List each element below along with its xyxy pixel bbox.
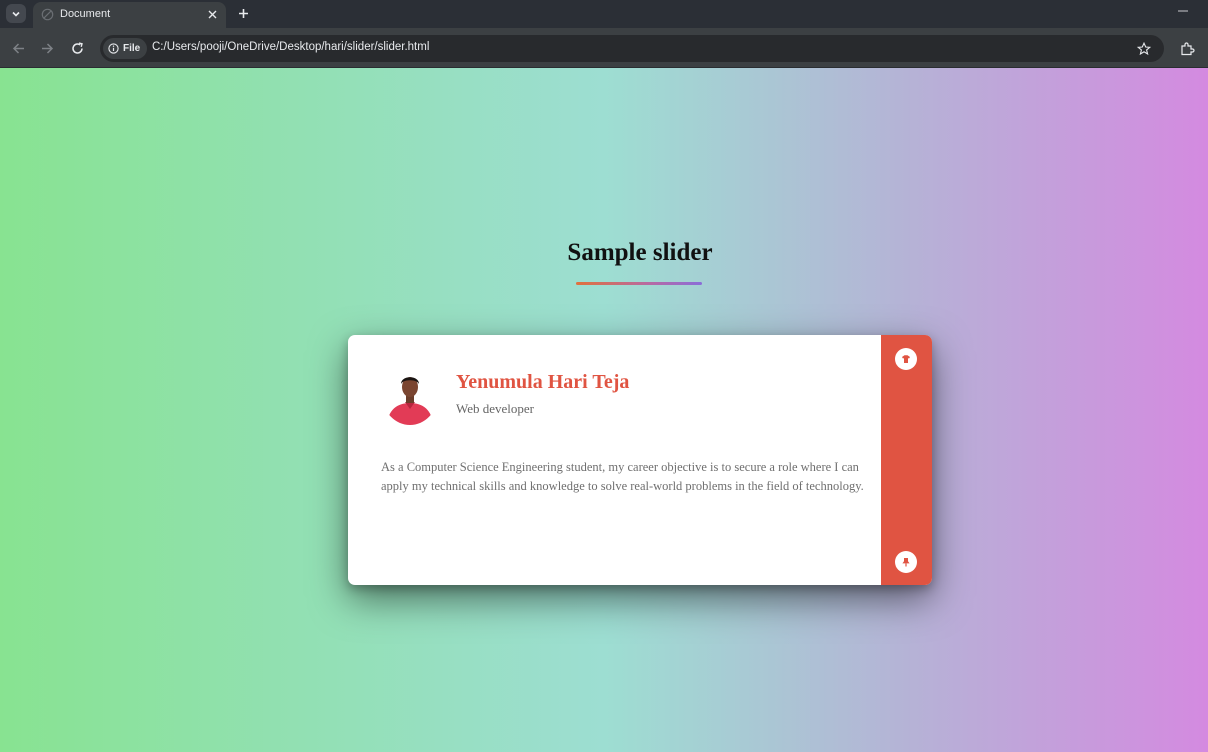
address-bar[interactable]: File C:/Users/pooji/OneDrive/Desktop/har… bbox=[100, 35, 1164, 62]
globe-icon bbox=[41, 8, 54, 21]
minimize-icon bbox=[1178, 10, 1188, 12]
reload-button[interactable] bbox=[67, 38, 87, 58]
new-tab-button[interactable] bbox=[234, 4, 252, 22]
title-underline bbox=[576, 282, 702, 285]
person-role: Web developer bbox=[456, 401, 534, 416]
back-button[interactable] bbox=[8, 38, 28, 58]
reload-icon bbox=[71, 41, 83, 54]
pin-icon bbox=[902, 558, 910, 567]
extensions-icon bbox=[1180, 41, 1195, 55]
page-title: Sample slider bbox=[567, 239, 713, 266]
person-name: Yenumula Hari Teja bbox=[456, 371, 630, 393]
close-icon bbox=[208, 10, 217, 19]
chevron-down-icon bbox=[12, 11, 20, 17]
forward-button[interactable] bbox=[37, 38, 57, 58]
info-icon bbox=[108, 43, 119, 54]
page-body: Sample slider Yenumula Hari Teja Web dev… bbox=[0, 68, 1208, 752]
tab-close-button[interactable] bbox=[205, 7, 220, 22]
profile-card: Yenumula Hari Teja Web developer As a Co… bbox=[348, 335, 932, 585]
avatar bbox=[383, 369, 437, 425]
tab-title: Document bbox=[60, 8, 111, 20]
browser-toolbar: File C:/Users/pooji/OneDrive/Desktop/har… bbox=[0, 28, 1208, 68]
shirt-icon bbox=[902, 355, 910, 363]
slider-control-panel bbox=[881, 335, 932, 585]
person-bio: As a Computer Science Engineering studen… bbox=[381, 460, 864, 493]
tab-strip: Document bbox=[0, 0, 1208, 28]
plus-icon bbox=[238, 8, 248, 18]
bookmark-button[interactable] bbox=[1135, 40, 1152, 57]
slide-next-button[interactable] bbox=[895, 551, 917, 573]
url-text[interactable]: C:/Users/pooji/OneDrive/Desktop/hari/sli… bbox=[152, 41, 429, 53]
forward-icon bbox=[41, 42, 53, 54]
site-chip-label: File bbox=[123, 43, 141, 54]
site-info-chip[interactable]: File bbox=[103, 38, 147, 59]
star-icon bbox=[1136, 41, 1151, 55]
minimize-button[interactable] bbox=[1174, 4, 1192, 18]
tab-list-button[interactable] bbox=[6, 4, 26, 23]
person-photo bbox=[383, 369, 437, 425]
tab-document[interactable]: Document bbox=[33, 2, 226, 28]
slide-prev-button[interactable] bbox=[895, 348, 917, 370]
extensions-button[interactable] bbox=[1177, 38, 1197, 58]
back-icon bbox=[12, 42, 24, 54]
